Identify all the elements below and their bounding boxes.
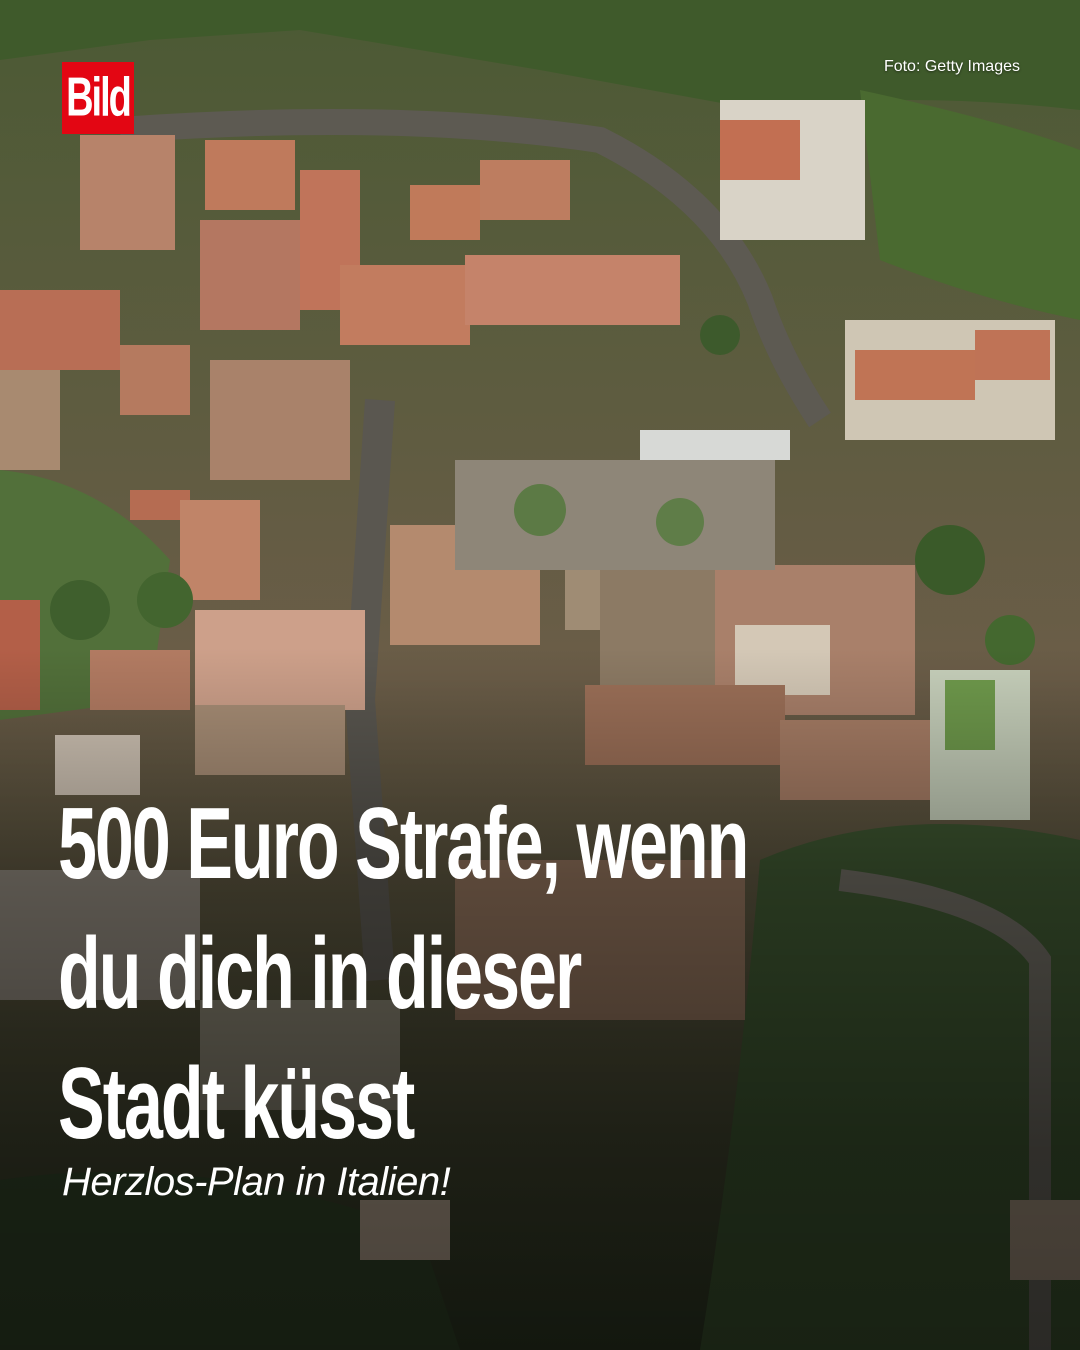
photo-credit: Foto: Getty Images <box>883 58 1020 75</box>
bild-logo-text: Bild <box>66 67 132 129</box>
subline: Herzlos-Plan in Italien! <box>62 1160 451 1204</box>
headline: 500 Euro Strafe, wenn du dich in dieser … <box>58 778 749 1168</box>
bild-logo: Bild <box>62 62 134 134</box>
